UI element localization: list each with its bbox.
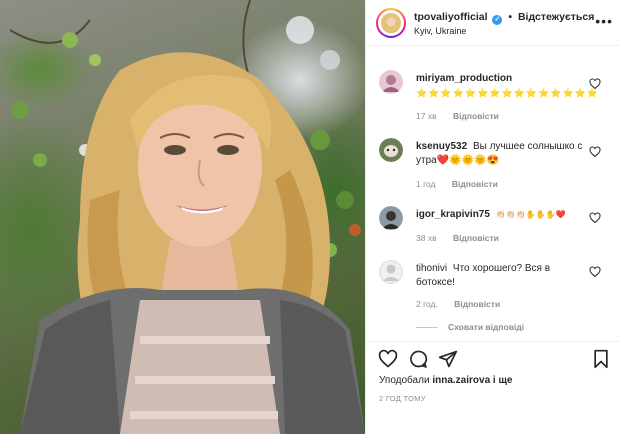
bookmark-icon[interactable]	[591, 349, 611, 369]
comment-like-heart-icon[interactable]	[589, 266, 601, 278]
comment-avatar[interactable]	[379, 206, 403, 230]
post-actions: Уподобали inna.zairova і ще 2 ГОД ТОМУ	[366, 341, 620, 434]
comment-like-heart-icon[interactable]	[589, 212, 601, 224]
comment-text-block: tihonivi Что хорошего? Вся в ботоксе!	[416, 262, 566, 290]
comment-time[interactable]: 38 хв	[416, 233, 437, 243]
comment-meta: 17 хв Відповісти	[416, 111, 499, 121]
post-location[interactable]: Kyiv, Ukraine	[414, 26, 466, 36]
send-icon[interactable]	[438, 349, 458, 369]
comment-time[interactable]: 17 хв	[416, 111, 437, 121]
likes-user-link[interactable]: inna.zairova	[432, 375, 490, 386]
comment-text-block: miriyam_production ⭐⭐⭐⭐⭐⭐⭐⭐⭐⭐⭐⭐⭐⭐⭐	[416, 72, 598, 101]
comment-text: ⭐⭐⭐⭐⭐⭐⭐⭐⭐⭐⭐⭐⭐⭐⭐	[416, 88, 600, 98]
comment-username[interactable]: ksenuy532	[416, 141, 467, 152]
likes-prefix: Уподобали	[379, 375, 430, 386]
comment-username[interactable]: igor_krapivin75	[416, 209, 490, 220]
comment-like-heart-icon[interactable]	[589, 78, 601, 90]
comment-time[interactable]: 2 год.	[416, 299, 438, 309]
comment-text-block: igor_krapivin75 👏🏻👏🏻👏🏻✋✋✋❤️	[416, 208, 586, 222]
heart-icon[interactable]	[378, 349, 398, 369]
post-photo[interactable]	[0, 0, 365, 434]
post-photo-illustration	[9, 0, 365, 434]
comment-meta: 38 хв Відповісти	[416, 233, 499, 243]
post-header: tpovaliyofficial ✓ • Відстежується Kyiv,…	[366, 0, 620, 46]
reply-button[interactable]: Відповісти	[453, 111, 499, 121]
comment-username[interactable]: miriyam_production	[416, 73, 512, 84]
likes-others-link[interactable]: і ще	[493, 375, 513, 386]
header-separator: •	[508, 11, 513, 23]
more-options-icon[interactable]: •••	[595, 14, 613, 28]
comment-like-heart-icon[interactable]	[589, 146, 601, 158]
comment-avatar[interactable]	[379, 260, 403, 284]
reply-button[interactable]: Відповісти	[454, 299, 500, 309]
comment-meta: 2 год. Відповісти	[416, 299, 500, 309]
comment-text-block: ksenuy532 Вы лучшее солнышко с утра❤️🌞🌞🌞…	[416, 140, 586, 168]
author-line: tpovaliyofficial ✓ • Відстежується	[414, 11, 594, 25]
comment-icon[interactable]	[408, 349, 428, 369]
comment-username[interactable]: tihonivi	[416, 263, 447, 274]
post-side-panel: tpovaliyofficial ✓ • Відстежується Kyiv,…	[365, 0, 620, 434]
comment-time[interactable]: 1 год	[416, 179, 436, 189]
reply-button[interactable]: Відповісти	[453, 233, 499, 243]
hide-replies-button[interactable]: Сховати відповіді	[416, 322, 524, 332]
reply-button[interactable]: Відповісти	[452, 179, 498, 189]
hide-replies-label: Сховати відповіді	[448, 322, 525, 332]
following-button[interactable]: Відстежується	[518, 11, 594, 23]
comment-avatar[interactable]	[379, 70, 403, 94]
comments-list[interactable]: miriyam_production ⭐⭐⭐⭐⭐⭐⭐⭐⭐⭐⭐⭐⭐⭐⭐ 17 хв…	[366, 46, 620, 341]
likes-summary: Уподобали inna.zairova і ще	[379, 375, 512, 386]
author-username[interactable]: tpovaliyofficial	[414, 11, 488, 23]
hide-replies-line	[416, 327, 438, 329]
verified-badge-icon: ✓	[492, 15, 503, 25]
author-avatar[interactable]	[376, 8, 406, 38]
comment-meta: 1 год Відповісти	[416, 179, 498, 189]
comment-text: 👏🏻👏🏻👏🏻✋✋✋❤️	[495, 210, 566, 219]
post-time[interactable]: 2 ГОД ТОМУ	[379, 394, 426, 403]
comment-avatar[interactable]	[379, 138, 403, 162]
